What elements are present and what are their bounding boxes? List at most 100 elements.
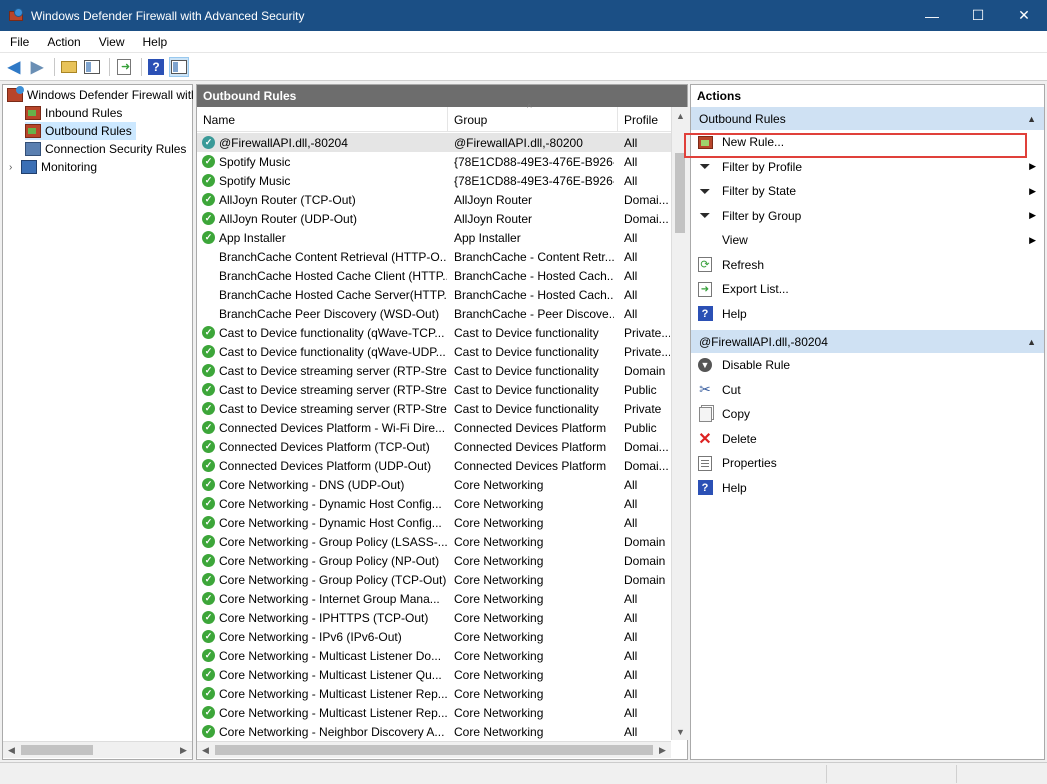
column-group[interactable]: Group <box>448 107 618 132</box>
rule-name: AllJoyn Router (UDP-Out) <box>219 211 358 226</box>
action-delete[interactable]: ✕ Delete <box>691 427 1044 452</box>
column-name[interactable]: Name <box>197 107 448 132</box>
table-row[interactable]: ✓ Core Networking - Group Policy (TCP-Out… <box>197 570 671 589</box>
minimize-button[interactable]: — <box>909 0 955 31</box>
close-button[interactable]: ✕ <box>1001 0 1047 31</box>
collapse-icon[interactable]: ▲ <box>1027 337 1036 347</box>
scrollbar-thumb[interactable] <box>21 745 93 755</box>
cell-name: ✓ Cast to Device functionality (qWave-UDP… <box>202 342 447 361</box>
table-row[interactable]: ✓ Core Networking - Multicast Listener Qu… <box>197 665 671 684</box>
action-label: Filter by Profile <box>722 159 803 174</box>
tree-item-label: Outbound Rules <box>45 124 132 138</box>
table-row[interactable]: BranchCache Hosted Cache Server(HTTP... B… <box>197 285 671 304</box>
table-row[interactable]: ✓ @FirewallAPI.dll,-80204 @FirewallAPI.dll… <box>197 133 671 152</box>
actions-section-outbound-rules[interactable]: Outbound Rules ▲ <box>691 107 1044 130</box>
action-label: Help <box>722 480 747 495</box>
rules-horizontal-scrollbar[interactable]: ◀ ▶ <box>197 741 671 758</box>
scroll-up-icon[interactable]: ▲ <box>672 107 689 124</box>
table-row[interactable]: ✓ Connected Devices Platform (TCP-Out) Con… <box>197 437 671 456</box>
back-icon[interactable]: ◀ <box>4 57 24 77</box>
action-filter-by-profile[interactable]: ⏷ Filter by Profile ▶ <box>691 155 1044 180</box>
maximize-button[interactable]: ☐ <box>955 0 1001 31</box>
show-hide-action-pane-icon[interactable] <box>169 56 189 77</box>
table-row[interactable]: ✓ Core Networking - Dynamic Host Config..… <box>197 494 671 513</box>
submenu-arrow-icon: ▶ <box>1029 185 1036 196</box>
tree-item-connection-security-rules[interactable]: Connection Security Rules <box>25 140 186 158</box>
table-row[interactable]: ✓ Spotify Music {78E1CD88-49E3-476E-B926-.… <box>197 171 671 190</box>
tree-item-monitoring[interactable]: › Monitoring <box>3 158 97 176</box>
action-copy[interactable]: Copy <box>691 402 1044 427</box>
table-row[interactable]: ✓ Cast to Device streaming server (RTP-St… <box>197 361 671 380</box>
table-row[interactable]: ✓ Connected Devices Platform (UDP-Out) Con… <box>197 456 671 475</box>
table-row[interactable]: ✓ Spotify Music {78E1CD88-49E3-476E-B926-.… <box>197 152 671 171</box>
table-row[interactable]: ✓ Cast to Device functionality (qWave-TCP… <box>197 323 671 342</box>
table-row[interactable]: ✓ Core Networking - Neighbor Discovery A.… <box>197 722 671 741</box>
help-icon[interactable]: ? <box>146 57 166 77</box>
scroll-right-icon[interactable]: ▶ <box>175 742 192 759</box>
tree-horizontal-scrollbar[interactable]: ◀ ▶ <box>3 741 192 758</box>
action-view[interactable]: View ▶ <box>691 228 1044 253</box>
scroll-left-icon[interactable]: ◀ <box>3 742 20 759</box>
table-row[interactable]: ✓ Core Networking - Multicast Listener Re… <box>197 703 671 722</box>
action-help[interactable]: ? Help <box>691 302 1044 327</box>
table-row[interactable]: ✓ Cast to Device streaming server (RTP-St… <box>197 399 671 418</box>
collapse-icon[interactable]: ▲ <box>1027 114 1036 124</box>
rules-list-pane: Outbound Rules Name Group ^ Profile ✓ @Fi… <box>196 84 688 760</box>
tree-item-inbound-rules[interactable]: Inbound Rules <box>25 104 122 122</box>
toolbar-separator <box>54 57 55 76</box>
table-row[interactable]: ✓ Core Networking - IPHTTPS (TCP-Out) Core… <box>197 608 671 627</box>
menu-file[interactable]: File <box>0 35 37 49</box>
table-row[interactable]: BranchCache Content Retrieval (HTTP-O...… <box>197 247 671 266</box>
firewall-app-icon <box>9 7 25 24</box>
export-list-icon[interactable] <box>114 57 134 77</box>
tree-root[interactable]: Windows Defender Firewall witl <box>7 86 194 104</box>
scroll-down-icon[interactable]: ▼ <box>672 723 689 740</box>
firewall-icon <box>7 86 24 102</box>
action-filter-by-state[interactable]: ⏷ Filter by State ▶ <box>691 179 1044 204</box>
table-row[interactable]: ✓ Core Networking - DNS (UDP-Out) Core Net… <box>197 475 671 494</box>
scroll-right-icon[interactable]: ▶ <box>654 742 671 759</box>
table-row[interactable]: ✓ Core Networking - Multicast Listener Do… <box>197 646 671 665</box>
delete-icon: ✕ <box>698 430 712 448</box>
table-row[interactable]: BranchCache Hosted Cache Client (HTTP...… <box>197 266 671 285</box>
title-bar: Windows Defender Firewall with Advanced … <box>0 0 1047 31</box>
scrollbar-thumb[interactable] <box>215 745 653 755</box>
table-row[interactable]: ✓ Connected Devices Platform - Wi-Fi Dire… <box>197 418 671 437</box>
menu-view[interactable]: View <box>89 35 133 49</box>
table-row[interactable]: ✓ Core Networking - Multicast Listener Re… <box>197 684 671 703</box>
cell-profile: Domain <box>624 572 666 587</box>
rules-vertical-scrollbar[interactable]: ▲ ▼ <box>671 107 688 740</box>
table-row[interactable]: ✓ Core Networking - IPv6 (IPv6-Out) Core N… <box>197 627 671 646</box>
forward-icon[interactable]: ▶ <box>27 57 47 77</box>
actions-section-selected-rule[interactable]: @FirewallAPI.dll,-80204 ▲ <box>691 330 1044 353</box>
expand-chevron-icon[interactable]: › <box>9 162 19 173</box>
enabled-check-icon: ✓ <box>202 592 215 605</box>
cell-name: ✓ Core Networking - IPHTTPS (TCP-Out) <box>202 608 447 627</box>
show-hide-console-tree-icon[interactable] <box>82 57 102 77</box>
cell-group: AllJoyn Router <box>454 192 533 207</box>
table-row[interactable]: ✓ Core Networking - Group Policy (NP-Out)… <box>197 551 671 570</box>
action-export-list[interactable]: ➜ Export List... <box>691 277 1044 302</box>
table-row[interactable]: ✓ AllJoyn Router (TCP-Out) AllJoyn Router D… <box>197 190 671 209</box>
menu-help[interactable]: Help <box>133 35 176 49</box>
action-help[interactable]: ? Help <box>691 476 1044 501</box>
action-properties[interactable]: Properties <box>691 451 1044 476</box>
action-cut[interactable]: ✂ Cut <box>691 378 1044 403</box>
menu-action[interactable]: Action <box>37 35 88 49</box>
scrollbar-thumb[interactable] <box>675 153 685 233</box>
action-disable-rule[interactable]: ▼ Disable Rule <box>691 353 1044 378</box>
scroll-left-icon[interactable]: ◀ <box>197 742 214 759</box>
action-filter-by-group[interactable]: ⏷ Filter by Group ▶ <box>691 204 1044 229</box>
table-row[interactable]: ✓ Core Networking - Dynamic Host Config..… <box>197 513 671 532</box>
table-row[interactable]: ✓ AllJoyn Router (UDP-Out) AllJoyn Router D… <box>197 209 671 228</box>
column-profile[interactable]: Profile <box>618 107 671 132</box>
table-row[interactable]: ✓ Core Networking - Group Policy (LSASS-.… <box>197 532 671 551</box>
tree-item-outbound-rules[interactable]: Outbound Rules <box>25 122 136 140</box>
table-row[interactable]: ✓ App Installer App Installer All <box>197 228 671 247</box>
table-row[interactable]: BranchCache Peer Discovery (WSD-Out) Bran… <box>197 304 671 323</box>
table-row[interactable]: ✓ Cast to Device streaming server (RTP-St… <box>197 380 671 399</box>
action-refresh[interactable]: ⟳ Refresh <box>691 253 1044 278</box>
table-row[interactable]: ✓ Cast to Device functionality (qWave-UDP… <box>197 342 671 361</box>
up-folder-icon[interactable] <box>59 57 79 77</box>
table-row[interactable]: ✓ Core Networking - Internet Group Mana..… <box>197 589 671 608</box>
